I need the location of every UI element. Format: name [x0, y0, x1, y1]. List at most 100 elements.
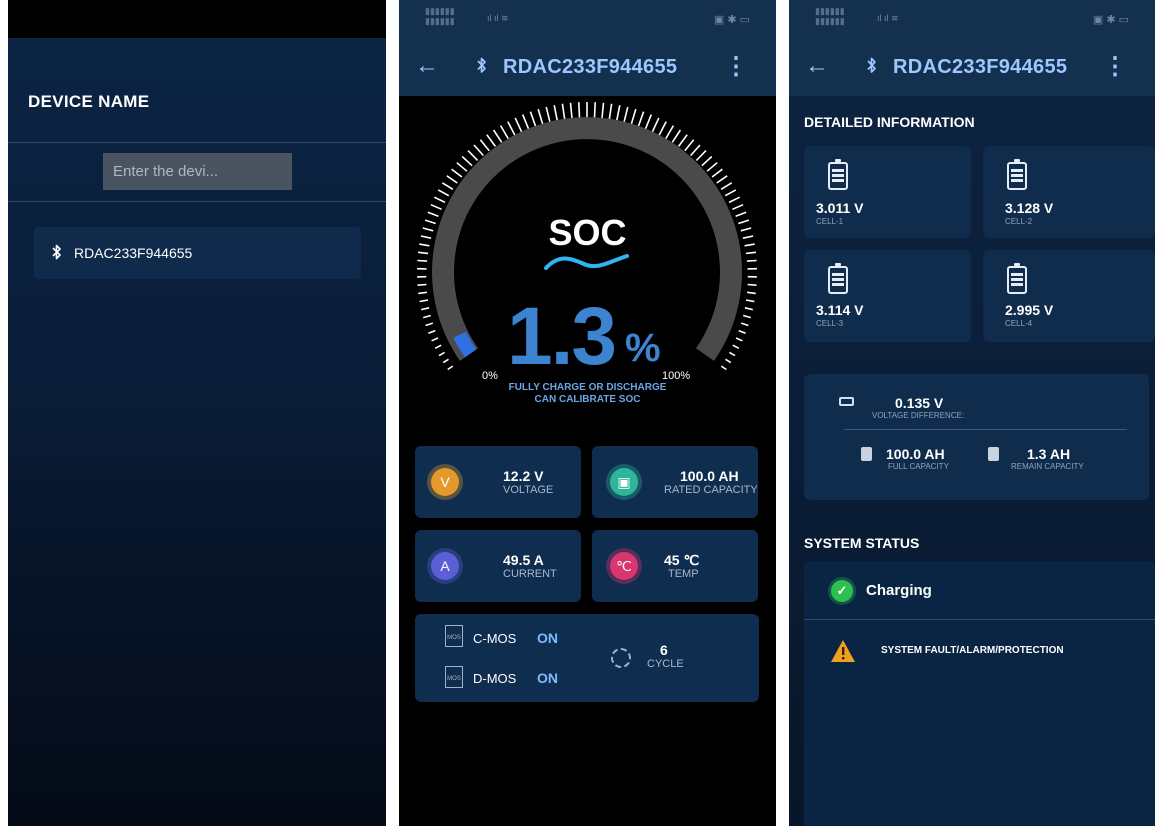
cell-card-3: 3.114 V CELL-3 — [804, 250, 971, 342]
dmos-label: D-MOS — [473, 671, 517, 686]
voltage-difference-icon — [839, 397, 854, 406]
full-capacity-value: 100.0 AH — [886, 446, 945, 462]
current-label: CURRENT — [503, 568, 557, 580]
gauge-tick — [665, 125, 675, 140]
gauge-tick — [430, 203, 442, 211]
gauge-tick — [467, 150, 479, 161]
gauge-tick — [473, 144, 484, 157]
gauge-tick — [418, 291, 428, 295]
warning-icon — [830, 639, 856, 668]
signal-icon: ıl ıl ≋ — [877, 13, 899, 23]
gauge-tick — [545, 106, 551, 124]
status-bar: ▮▮▮▮▮▮ ▮▮▮▮▮▮ ıl ıl ≋ ▣ ✱ ▭ — [399, 0, 776, 38]
status-bar — [8, 0, 386, 38]
battery-icon — [828, 263, 848, 294]
cell-label: CELL-3 — [816, 319, 844, 328]
soc-label: SOC — [548, 212, 627, 253]
rated-capacity-value: 100.0 AH — [680, 468, 739, 484]
gauge-tick — [421, 307, 430, 311]
gauge-tick — [486, 134, 497, 147]
fault-label: SYSTEM FAULT/ALARM/PROTECTION — [881, 645, 1064, 656]
gauge-tick — [651, 117, 660, 133]
detail-section-title: DETAILED INFORMATION — [804, 114, 975, 130]
status-bar: ▮▮▮▮▮▮ ▮▮▮▮▮▮ ıl ıl ≋ ▣ ✱ ▭ — [789, 0, 1155, 38]
cycle-label: CYCLE — [647, 658, 684, 670]
gauge-tick — [677, 134, 688, 147]
gauge-tick — [724, 189, 737, 197]
temp-label: TEMP — [668, 568, 699, 580]
cell-card-2: 3.128 V CELL-2 — [983, 146, 1155, 238]
gauge-tick — [623, 106, 629, 124]
voltage-label: VOLTAGE — [503, 484, 554, 496]
system-section-title: SYSTEM STATUS — [804, 535, 920, 551]
gauge-tick — [732, 344, 740, 350]
rated-capacity-card: ▣ 100.0 AH RATED CAPACITY — [592, 446, 758, 518]
cell-card-4: 2.995 V CELL-4 — [983, 250, 1155, 342]
gauge-tick — [684, 139, 695, 152]
divider — [844, 429, 1127, 430]
gauge-tick — [644, 114, 653, 130]
gauge-tick — [725, 358, 732, 364]
gauge-tick — [746, 291, 756, 295]
gauge-tick — [728, 196, 741, 204]
bluetooth-icon — [867, 57, 877, 79]
gauge-tick — [428, 329, 436, 334]
gauge-tick — [521, 114, 530, 130]
gauge-tick — [431, 337, 439, 342]
app-bar: ← RDAC233F944655 ⋮ — [399, 38, 776, 96]
gauge-tick — [608, 103, 613, 121]
gauge-tick — [433, 196, 446, 204]
mos-cycle-card: MOS C-MOS ON MOS D-MOS ON 6 CYCLE — [415, 614, 759, 702]
charging-status: Charging — [866, 582, 932, 599]
gauge-tick — [732, 203, 744, 211]
device-list-item[interactable]: RDAC233F944655 — [34, 227, 361, 279]
gauge-max-label: 100% — [662, 370, 691, 382]
wave-icon — [544, 254, 629, 270]
voltage-difference-label: VOLTAGE DIFFERENCE: — [872, 411, 965, 420]
gauge-tick — [553, 105, 559, 122]
gauge-tick — [417, 259, 428, 262]
gauge-tick — [425, 322, 434, 327]
gauge-min-label: 0% — [482, 370, 498, 382]
gauge-tick — [422, 314, 432, 319]
cell-voltage: 3.128 V — [1005, 200, 1054, 216]
device-name-input[interactable] — [103, 153, 292, 190]
gauge-tick — [447, 365, 454, 371]
gauge-tick — [630, 108, 637, 126]
cell-voltage: 3.114 V — [816, 302, 864, 318]
gauge-tick — [456, 162, 468, 172]
battery-icon — [988, 447, 999, 461]
remain-capacity-value: 1.3 AH — [1027, 446, 1071, 462]
gauge-tick — [434, 344, 442, 350]
status-icons: ▣ ✱ ▭ — [1092, 14, 1129, 26]
more-menu-icon[interactable]: ⋮ — [1103, 52, 1127, 81]
gauge-tick — [658, 121, 667, 136]
back-arrow-icon[interactable]: ← — [805, 52, 829, 80]
voltage-card: V 12.2 V VOLTAGE — [415, 446, 581, 518]
signal-icon: ıl ıl ≋ — [487, 13, 509, 23]
divider — [8, 142, 386, 143]
device-title: RDAC233F944655 — [503, 56, 678, 78]
full-capacity-label: FULL CAPACITY — [888, 462, 949, 471]
gauge-tick — [720, 365, 727, 371]
gauge-tick — [419, 299, 429, 303]
gauge-tick — [746, 259, 757, 262]
more-menu-icon[interactable]: ⋮ — [724, 52, 748, 81]
rated-capacity-label: RATED CAPACITY — [664, 484, 758, 496]
thermometer-icon: ℃ — [610, 552, 638, 580]
mos-chip-icon: MOS — [445, 666, 463, 688]
gauge-tick — [438, 351, 445, 357]
voltage-difference-value: 0.135 V — [895, 395, 944, 411]
back-arrow-icon[interactable]: ← — [415, 52, 439, 80]
battery-icon — [828, 159, 848, 190]
gauge-tick — [706, 162, 718, 172]
cycle-icon — [611, 648, 631, 668]
battery-icon — [861, 447, 872, 461]
current-card: A 49.5 A CURRENT — [415, 530, 581, 602]
device-list-screen: DEVICE NAME RDAC233F944655 — [8, 0, 386, 826]
temp-card: ℃ 45 ℃ TEMP — [592, 530, 758, 602]
soc-unit: % — [625, 326, 661, 370]
gauge-tick — [701, 155, 713, 167]
calibration-hint: FULLY CHARGE OR DISCHARGE CAN CALIBRATE … — [399, 382, 776, 406]
system-status-card: ✓ Charging SYSTEM FAULT/ALARM/PROTECTION — [804, 561, 1155, 826]
